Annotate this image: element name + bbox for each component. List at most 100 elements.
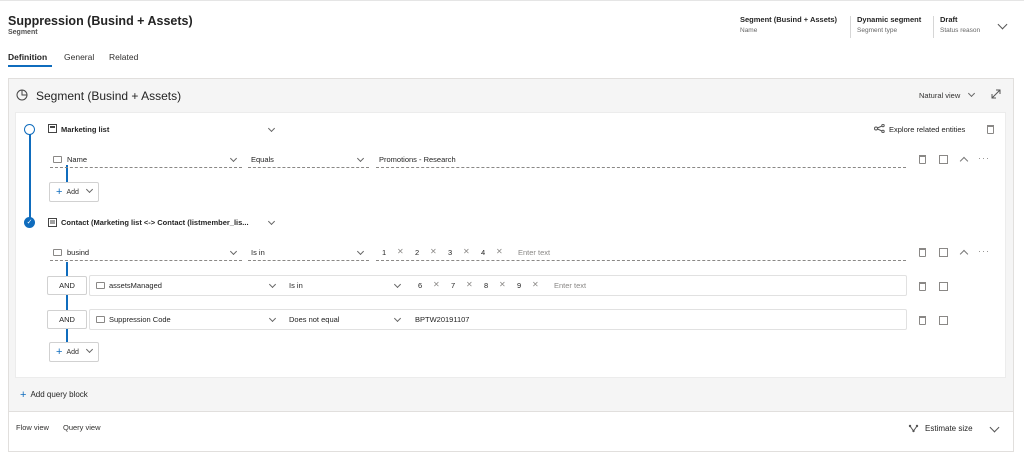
condition-value[interactable]: Promotions - Research xyxy=(379,155,456,164)
chevron-down-icon xyxy=(85,345,93,354)
view-selector[interactable]: Natural view xyxy=(919,89,976,100)
plus-icon: + xyxy=(56,186,63,198)
operator-dropdown[interactable] xyxy=(356,247,365,256)
field-dropdown[interactable] xyxy=(229,154,238,163)
tab-related[interactable]: Related xyxy=(109,52,138,62)
chevron-down-icon xyxy=(267,124,276,133)
value-tag: 4 xyxy=(481,248,486,257)
value-input[interactable]: Enter text xyxy=(554,281,586,290)
add-label: Add xyxy=(66,349,79,356)
row-connector xyxy=(66,262,68,343)
explore-icon xyxy=(874,123,885,135)
more-options-icon[interactable]: ··· xyxy=(978,153,990,163)
condition-operator[interactable]: Is in xyxy=(251,248,265,257)
remove-tag-icon[interactable]: ✕ xyxy=(532,280,539,289)
record-entity: Segment xyxy=(8,29,38,36)
delete-row-icon[interactable] xyxy=(919,248,926,257)
chevron-down-icon xyxy=(229,154,238,163)
footer-expand-button[interactable] xyxy=(989,422,1000,433)
delete-row-icon[interactable] xyxy=(919,316,926,325)
condition-field[interactable]: Suppression Code xyxy=(109,315,171,324)
value-tag: 7 xyxy=(451,281,456,290)
field-underline xyxy=(50,167,242,168)
chevron-down-icon xyxy=(393,280,402,289)
block1-entity-label[interactable]: Marketing list xyxy=(61,125,109,134)
value-tag: 3 xyxy=(448,248,453,257)
remove-tag-icon[interactable]: ✕ xyxy=(496,247,503,256)
condition-value[interactable]: BPTW20191107 xyxy=(415,315,469,324)
tab-definition[interactable]: Definition xyxy=(8,52,47,62)
condition-field[interactable]: busind xyxy=(67,248,89,257)
delete-block-icon[interactable] xyxy=(987,125,994,134)
operator-underline xyxy=(248,167,369,168)
chevron-down-icon xyxy=(268,280,277,289)
field-dropdown[interactable] xyxy=(268,314,277,323)
and-operator[interactable]: AND xyxy=(47,276,87,295)
add-condition-button[interactable]: + Add xyxy=(49,342,99,362)
more-options-icon[interactable]: ··· xyxy=(978,246,990,256)
chevron-down-icon xyxy=(268,314,277,323)
chevron-down-icon xyxy=(997,19,1008,30)
text-field-icon xyxy=(53,156,62,163)
add-query-block-button[interactable]: + Add query block xyxy=(20,389,88,401)
flow-start-icon xyxy=(24,124,35,135)
value-input[interactable]: Enter text xyxy=(518,248,550,257)
header-field-segment-type: Dynamic segment Segment type xyxy=(857,15,922,34)
remove-tag-icon[interactable]: ✕ xyxy=(433,280,440,289)
row-checkbox[interactable] xyxy=(939,155,948,164)
entity-icon xyxy=(48,218,57,229)
remove-tag-icon[interactable]: ✕ xyxy=(499,280,506,289)
text-field-icon xyxy=(53,249,62,256)
chevron-down-icon xyxy=(989,422,1000,433)
designer-footer xyxy=(9,411,1013,451)
designer-title: Segment (Busind + Assets) xyxy=(36,89,182,103)
collapse-row-button[interactable] xyxy=(959,249,969,259)
field-dropdown[interactable] xyxy=(268,280,277,289)
operator-dropdown[interactable] xyxy=(393,280,402,289)
and-operator[interactable]: AND xyxy=(47,310,87,329)
field-dropdown[interactable] xyxy=(229,247,238,256)
condition-field[interactable]: Name xyxy=(67,155,87,164)
expand-icon[interactable] xyxy=(991,89,1001,101)
value-underline xyxy=(376,167,906,168)
remove-tag-icon[interactable]: ✕ xyxy=(397,247,404,256)
condition-row xyxy=(89,275,907,296)
block2-entity-dropdown[interactable] xyxy=(267,217,276,226)
condition-operator[interactable]: Does not equal xyxy=(289,315,339,324)
query-block-card xyxy=(15,112,1006,378)
operator-dropdown[interactable] xyxy=(356,154,365,163)
condition-operator[interactable]: Is in xyxy=(289,281,303,290)
chevron-down-icon xyxy=(393,314,402,323)
condition-operator[interactable]: Equals xyxy=(251,155,274,164)
add-condition-button[interactable]: + Add xyxy=(49,182,99,202)
row-checkbox[interactable] xyxy=(939,248,948,257)
condition-field[interactable]: assetsManaged xyxy=(109,281,162,290)
remove-tag-icon[interactable]: ✕ xyxy=(466,280,473,289)
condition-row xyxy=(89,309,907,330)
header-divider xyxy=(933,16,934,38)
remove-tag-icon[interactable]: ✕ xyxy=(463,247,470,256)
segment-icon xyxy=(16,89,28,103)
collapse-row-button[interactable] xyxy=(959,156,969,166)
delete-row-icon[interactable] xyxy=(919,155,926,164)
remove-tag-icon[interactable]: ✕ xyxy=(430,247,437,256)
active-tab-indicator xyxy=(8,65,52,67)
row-checkbox[interactable] xyxy=(939,282,948,291)
header-field-name: Segment (Busind + Assets) Name xyxy=(740,15,838,34)
operator-dropdown[interactable] xyxy=(393,314,402,323)
estimate-size-button[interactable]: Estimate size xyxy=(925,424,973,433)
query-view-toggle[interactable]: Query view xyxy=(63,423,101,432)
chevron-down-icon xyxy=(267,217,276,226)
chevron-down-icon xyxy=(356,247,365,256)
top-border xyxy=(0,0,1024,3)
operator-underline xyxy=(248,260,369,261)
row-checkbox[interactable] xyxy=(939,316,948,325)
block1-entity-dropdown[interactable] xyxy=(267,124,276,133)
explore-related-entities[interactable]: Explore related entities xyxy=(889,125,965,134)
flow-view-toggle[interactable]: Flow view xyxy=(16,423,49,432)
header-expand-button[interactable] xyxy=(997,19,1008,30)
tab-general[interactable]: General xyxy=(64,52,94,62)
delete-row-icon[interactable] xyxy=(919,282,926,291)
block2-entity-label[interactable]: Contact (Marketing list <-> Contact (lis… xyxy=(61,218,249,227)
field-underline xyxy=(50,260,242,261)
